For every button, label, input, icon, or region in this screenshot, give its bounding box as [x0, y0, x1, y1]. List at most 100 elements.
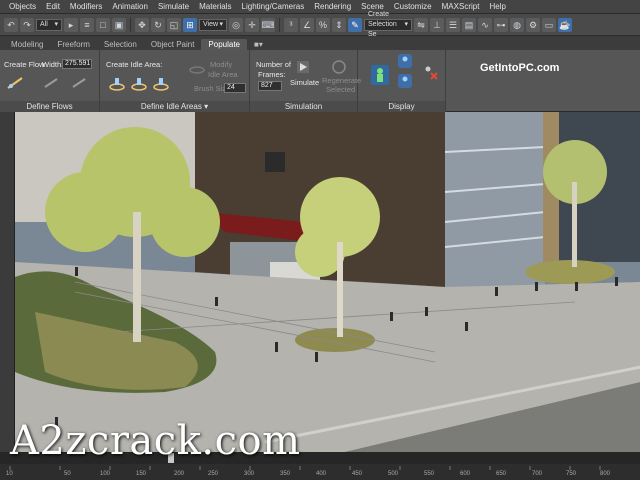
brush-size-input[interactable]: 24 — [224, 83, 246, 93]
named-selection-set-value: Create Selection Se — [368, 10, 397, 38]
snaps-toggle-icon[interactable]: ³ — [284, 17, 298, 32]
material-editor-icon[interactable]: ◍ — [510, 17, 524, 32]
create-flow-icon[interactable] — [6, 74, 24, 92]
timeline-label: 50 — [64, 471, 71, 477]
mirror-icon[interactable]: ⇋ — [414, 17, 428, 32]
timeline-label: 450 — [352, 471, 363, 477]
layer-manager-icon[interactable]: ☰ — [446, 17, 460, 32]
create-flow-label: Create Flow — [4, 60, 45, 69]
align-icon[interactable]: ⊥ — [430, 17, 444, 32]
edit-named-sets-icon[interactable]: ✎ — [348, 17, 362, 32]
spinner-snap-icon[interactable]: ⇕ — [332, 17, 346, 32]
selection-filter-dropdown[interactable]: All ▾ — [36, 18, 62, 31]
timeline-label: 550 — [424, 471, 435, 477]
scale-icon[interactable]: ◱ — [167, 17, 181, 32]
chevron-down-icon: ▾ — [219, 20, 223, 28]
chevron-down-icon: ▾ — [404, 20, 408, 28]
curve-editor-icon[interactable]: ∿ — [478, 17, 492, 32]
select-manipulate-icon[interactable]: ✛ — [245, 17, 259, 32]
toolbar-divider — [279, 17, 280, 32]
define-flows-group: Create Flow Width: 275.591 Define Flows — [0, 50, 100, 112]
menu-modifiers[interactable]: Modifiers — [65, 2, 107, 11]
timeline-label: 500 — [388, 471, 399, 477]
simulation-group: Number of Frames: 827 Simulate Regenerat… — [250, 50, 362, 112]
modify-idle-area-icon[interactable] — [188, 58, 206, 76]
tab-object-paint[interactable]: Object Paint — [144, 39, 202, 50]
idle-area-rect-icon[interactable] — [108, 74, 126, 92]
tab-populate[interactable]: Populate — [201, 39, 248, 50]
define-idle-title-text: Define Idle Areas — [140, 102, 202, 111]
rotate-icon[interactable]: ↻ — [151, 17, 165, 32]
render-setup-icon[interactable]: ⚙ — [526, 17, 540, 32]
toolbar-divider — [130, 17, 131, 32]
idle-area-label: Idle Area — [208, 70, 238, 79]
angle-snap-icon[interactable]: ∠ — [300, 17, 314, 32]
regenerate-icon[interactable] — [330, 58, 348, 76]
place-icon[interactable]: ⊞ — [183, 17, 197, 32]
idle-area-paint-icon[interactable] — [152, 74, 170, 92]
regenerate-label: Regenerate — [322, 76, 362, 85]
tab-selection[interactable]: Selection — [97, 39, 144, 50]
delete-people-icon[interactable] — [422, 64, 438, 80]
keyboard-shortcut-icon[interactable]: ⌨ — [261, 17, 275, 32]
display-group: Display — [358, 50, 446, 112]
undo-icon[interactable]: ↶ — [4, 17, 18, 32]
scene-render — [15, 112, 640, 452]
watermark-text: A2zcrack.com — [10, 418, 301, 464]
graphite-tools-icon[interactable]: ▤ — [462, 17, 476, 32]
timeline-label: 150 — [136, 471, 147, 477]
ribbon-panel: Create Flow Width: 275.591 Define Flows … — [0, 50, 640, 112]
menu-materials[interactable]: Materials — [194, 2, 236, 11]
pivot-icon[interactable]: ◎ — [229, 17, 243, 32]
menu-bar: Objects Edit Modifiers Animation Simulat… — [0, 0, 640, 14]
menu-animation[interactable]: Animation — [107, 2, 153, 11]
region-select-icon[interactable]: □ — [96, 17, 110, 32]
width-input[interactable]: 275.591 — [62, 59, 92, 69]
rendered-frame-icon[interactable]: ▭ — [542, 17, 556, 32]
window-crossing-icon[interactable]: ▣ — [112, 17, 126, 32]
timeline-label: 400 — [316, 471, 327, 477]
menu-lighting-cameras[interactable]: Lighting/Cameras — [237, 2, 310, 11]
selection-filter-value: All — [40, 20, 48, 28]
menu-maxscript[interactable]: MAXScript — [437, 2, 485, 11]
tab-freeform[interactable]: Freeform — [50, 39, 96, 50]
menu-rendering[interactable]: Rendering — [309, 2, 356, 11]
timeline-label: 200 — [174, 471, 185, 477]
menu-objects[interactable]: Objects — [4, 2, 41, 11]
add-flow-icon[interactable] — [42, 74, 60, 92]
timeline-label: 600 — [460, 471, 471, 477]
simulate-label: Simulate — [290, 78, 320, 87]
ribbon-options-icon[interactable]: ■▾ — [247, 39, 270, 50]
schematic-view-icon[interactable]: ⊶ — [494, 17, 508, 32]
selected-label: Selected — [326, 85, 356, 94]
display-character-icon[interactable] — [398, 54, 412, 68]
viewport-gutter — [0, 112, 14, 452]
select-object-icon[interactable]: ▸ — [64, 17, 78, 32]
redo-icon[interactable]: ↷ — [20, 17, 34, 32]
idle-area-circle-icon[interactable] — [130, 74, 148, 92]
render-production-icon[interactable]: ☕ — [558, 17, 572, 32]
display-proxy-icon[interactable] — [398, 74, 412, 88]
move-icon[interactable]: ✥ — [135, 17, 149, 32]
frames-input[interactable]: 827 — [258, 81, 282, 91]
timeline-label: 700 — [532, 471, 543, 477]
menu-simulate[interactable]: Simulate — [153, 2, 194, 11]
timeline-label: 250 — [208, 471, 219, 477]
percent-snap-icon[interactable]: % — [316, 17, 330, 32]
timeline-label: 750 — [566, 471, 577, 477]
define-idle-title: Define Idle Areas ▾ — [100, 101, 249, 112]
select-by-name-icon[interactable]: ≡ — [80, 17, 94, 32]
timeline-label: 650 — [496, 471, 507, 477]
flow-edit-icon[interactable] — [70, 74, 88, 92]
menu-edit[interactable]: Edit — [41, 2, 65, 11]
menu-help[interactable]: Help — [484, 2, 510, 11]
display-people-icon[interactable] — [370, 64, 390, 86]
define-idle-group: Create Idle Area: Modify Idle Area Brush… — [100, 50, 250, 112]
tab-modeling[interactable]: Modeling — [4, 39, 50, 50]
app-window: Objects Edit Modifiers Animation Simulat… — [0, 0, 640, 480]
simulate-icon[interactable] — [294, 58, 312, 76]
reference-coord-dropdown[interactable]: View ▾ — [199, 18, 227, 31]
perspective-viewport[interactable] — [14, 112, 640, 452]
named-selection-set-dropdown[interactable]: Create Selection Se ▾ — [364, 11, 412, 38]
width-label: Width: — [42, 60, 64, 69]
